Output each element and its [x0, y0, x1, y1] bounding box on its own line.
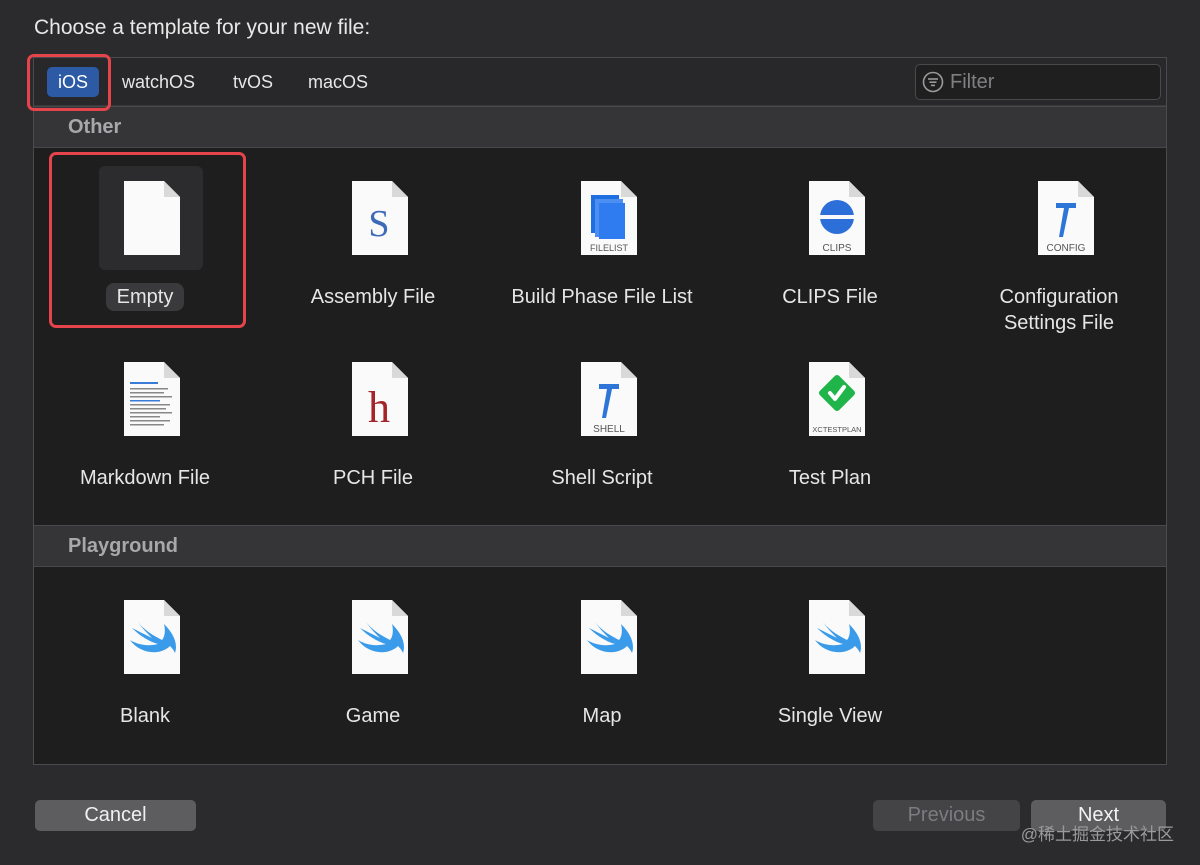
template-blank-playground[interactable]: Blank: [47, 579, 243, 739]
blank-document-icon: [122, 181, 180, 255]
template-markdown-file[interactable]: Markdown File: [47, 341, 243, 501]
cancel-button[interactable]: Cancel: [35, 800, 196, 831]
template-label: Shell Script: [551, 467, 653, 489]
template-single-view-playground[interactable]: Single View: [732, 579, 928, 739]
shell-icon: SHELL: [579, 362, 637, 436]
template-configuration-settings-file[interactable]: CONFIG Configuration Settings File: [961, 160, 1157, 334]
filter-icon: [922, 71, 944, 93]
config-icon: CONFIG: [1036, 181, 1094, 255]
template-panel: iOS watchOS tvOS macOS Other Playground: [33, 57, 1167, 765]
assembly-s-glyph: S: [368, 203, 389, 245]
platform-tab-bar: iOS watchOS tvOS macOS: [34, 58, 1166, 106]
template-label: Configuration Settings File: [999, 286, 1119, 334]
template-label: Empty: [105, 283, 185, 311]
config-caption: CONFIG: [1047, 243, 1086, 254]
template-game-playground[interactable]: Game: [275, 579, 471, 739]
xctestplan-caption: XCTESTPLAN: [812, 425, 861, 434]
clips-icon: CLIPS: [807, 181, 865, 255]
template-label: Markdown File: [79, 467, 211, 489]
template-label: Assembly File: [310, 286, 436, 308]
section-header-playground: Playground: [34, 525, 1166, 567]
tab-ios[interactable]: iOS: [47, 67, 99, 97]
markdown-icon: [122, 362, 180, 436]
shell-caption: SHELL: [593, 424, 625, 435]
template-clips-file[interactable]: CLIPS CLIPS File: [732, 160, 928, 320]
clips-caption: CLIPS: [823, 243, 852, 254]
template-build-phase-file-list[interactable]: FILELIST Build Phase File List: [504, 160, 700, 320]
xctestplan-icon: XCTESTPLAN: [807, 362, 865, 436]
pch-h-icon: h: [350, 362, 408, 436]
swift-icon: [122, 600, 180, 674]
watermark: @稀土掘金技术社区: [1020, 825, 1174, 844]
template-shell-script[interactable]: SHELL Shell Script: [504, 341, 700, 501]
template-label: Single View: [777, 705, 883, 727]
pch-h-glyph: h: [368, 383, 390, 432]
section-header-other: Other: [34, 106, 1166, 148]
previous-button[interactable]: Previous: [873, 800, 1020, 831]
assembly-s-icon: S: [350, 181, 408, 255]
filelist-icon: FILELIST: [579, 181, 637, 255]
template-map-playground[interactable]: Map: [504, 579, 700, 739]
template-label: Test Plan: [788, 467, 872, 489]
tab-watchos[interactable]: watchOS: [114, 67, 203, 97]
dialog-prompt: Choose a template for your new file:: [34, 16, 371, 39]
template-label: Build Phase File List: [511, 286, 693, 308]
swift-icon: [807, 600, 865, 674]
template-label: Game: [345, 705, 401, 727]
filelist-caption: FILELIST: [590, 243, 629, 253]
template-label: CLIPS File: [782, 286, 878, 308]
template-label: PCH File: [332, 467, 413, 489]
swift-icon: [350, 600, 408, 674]
template-assembly-file[interactable]: S Assembly File: [275, 160, 471, 320]
swift-icon: [579, 600, 637, 674]
tab-tvos[interactable]: tvOS: [225, 67, 281, 97]
template-pch-file[interactable]: h PCH File: [275, 341, 471, 501]
template-label: Map: [582, 705, 622, 727]
filter-input[interactable]: [950, 70, 1150, 94]
tab-macos[interactable]: macOS: [300, 67, 376, 97]
template-test-plan[interactable]: XCTESTPLAN Test Plan: [732, 341, 928, 501]
filter-field[interactable]: [915, 64, 1161, 100]
template-empty[interactable]: Empty: [47, 160, 243, 320]
template-label: Blank: [119, 705, 171, 727]
